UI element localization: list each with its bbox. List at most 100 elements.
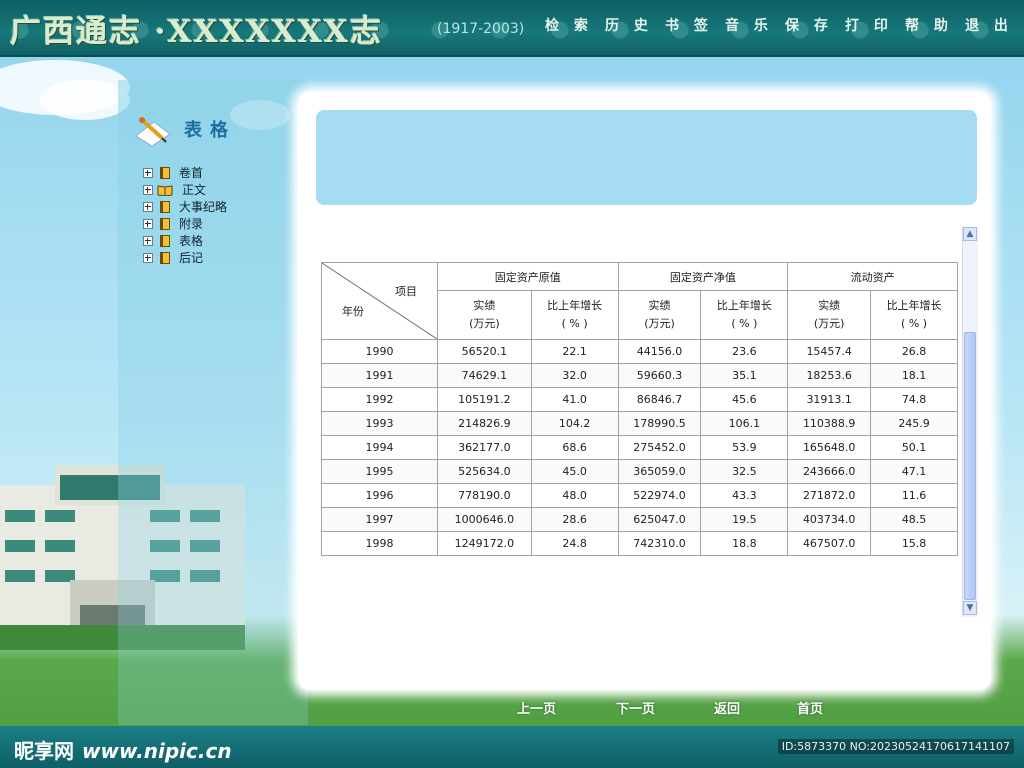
value-cell: 104.2 xyxy=(530,411,619,436)
value-cell: 15.8 xyxy=(870,531,958,556)
open-book-icon xyxy=(157,184,173,196)
home-link[interactable]: 首页 xyxy=(797,698,823,717)
nav-history[interactable]: 历 史 xyxy=(605,15,665,39)
sub-header-line1: 实绩 xyxy=(818,299,841,312)
value-cell: 522974.0 xyxy=(617,483,702,508)
value-cell: 43.3 xyxy=(700,483,789,508)
content-banner xyxy=(316,110,977,205)
scroll-thumb[interactable] xyxy=(964,332,976,600)
nav-music[interactable]: 音 乐 xyxy=(725,15,785,39)
next-page-link[interactable]: 下一页 xyxy=(616,698,655,717)
value-cell: 50.1 xyxy=(870,435,958,460)
nav-search[interactable]: 检 索 xyxy=(545,15,605,39)
vertical-scrollbar[interactable]: ▲ ▼ xyxy=(962,227,978,617)
sub-header-line2: (万元) xyxy=(813,317,845,330)
tree-item-label: 正文 xyxy=(182,183,207,197)
year-cell: 1995 xyxy=(321,459,438,484)
value-cell: 525634.0 xyxy=(437,459,532,484)
value-cell: 23.6 xyxy=(700,339,789,364)
watermark-brand: 昵享网 www.nipic.cn xyxy=(14,735,232,764)
footer-bar: 昵享网 www.nipic.cn ID:5873370 NO:2023052417… xyxy=(0,726,1024,768)
sub-header-line2: ( % ) xyxy=(901,317,928,330)
value-cell: 18253.6 xyxy=(787,363,872,388)
expand-icon[interactable] xyxy=(143,184,153,195)
expand-icon[interactable] xyxy=(143,201,153,212)
sub-header-line1: 实绩 xyxy=(648,299,671,312)
value-cell: 214826.9 xyxy=(437,411,532,436)
value-cell: 165648.0 xyxy=(787,435,872,460)
year-range: (1917-2003) xyxy=(437,21,525,37)
value-cell: 44156.0 xyxy=(617,339,702,364)
nav-bookmark[interactable]: 书 签 xyxy=(665,15,725,39)
value-cell: 48.5 xyxy=(870,507,958,532)
brand-name: 昵享网 xyxy=(14,739,74,763)
book-icon xyxy=(160,200,170,213)
data-table: 项目 年份 固定资产原值 固定资产净值 流动资产 实绩 (万元) 比上年增长 ( %… xyxy=(321,262,958,556)
year-cell: 1990 xyxy=(321,339,438,364)
book-icon xyxy=(160,251,170,264)
value-cell: 45.0 xyxy=(530,459,619,484)
brand-url: www.nipic.cn xyxy=(82,739,232,763)
value-cell: 106.1 xyxy=(700,411,789,436)
expand-icon[interactable] xyxy=(143,167,153,178)
table-row: 1996 778190.0 48.0 522974.0 43.3 271872.0 11.6 xyxy=(321,483,958,508)
nav-print[interactable]: 打 印 xyxy=(845,15,905,39)
scroll-up-icon[interactable]: ▲ xyxy=(963,227,977,241)
sub-header: 实绩 (万元) xyxy=(437,290,532,340)
value-cell: 1249172.0 xyxy=(437,531,532,556)
expand-icon[interactable] xyxy=(143,235,153,246)
sub-header-line2: (万元) xyxy=(469,317,500,330)
back-link[interactable]: 返回 xyxy=(714,698,740,717)
value-cell: 68.6 xyxy=(530,435,619,460)
value-cell: 403734.0 xyxy=(787,507,872,532)
sub-header: 实绩 (万元) xyxy=(787,290,872,340)
table-row: 1995 525634.0 45.0 365059.0 32.5 243666.0 47.1 xyxy=(321,459,958,484)
directory-tree: 卷首 正文 大事纪略 附录 表格 后记 xyxy=(143,164,227,266)
sub-header-line1: 比上年增长 xyxy=(547,299,603,312)
book-icon xyxy=(160,166,170,179)
tree-item-chronicle[interactable]: 大事纪略 xyxy=(143,198,227,215)
value-cell: 275452.0 xyxy=(617,435,702,460)
nav-save[interactable]: 保 存 xyxy=(785,15,845,39)
tree-item-appendix[interactable]: 附录 xyxy=(143,215,227,232)
year-cell: 1997 xyxy=(321,507,438,532)
value-cell: 74.8 xyxy=(870,387,958,412)
value-cell: 467507.0 xyxy=(787,531,872,556)
value-cell: 19.5 xyxy=(700,507,789,532)
scroll-down-icon[interactable]: ▼ xyxy=(963,601,977,615)
tree-item-label: 表格 xyxy=(179,234,204,248)
sub-header-line1: 比上年增长 xyxy=(716,299,772,312)
table-row: 1997 1000646.0 28.6 625047.0 19.5 403734.0 48.… xyxy=(321,507,958,532)
book-icon xyxy=(160,234,170,247)
value-cell: 18.1 xyxy=(870,363,958,388)
value-cell: 243666.0 xyxy=(787,459,872,484)
corner-header: 项目 年份 xyxy=(321,262,438,340)
value-cell: 35.1 xyxy=(700,363,789,388)
tree-item-label: 大事纪略 xyxy=(179,200,228,214)
value-cell: 778190.0 xyxy=(437,483,532,508)
sub-header-line2: ( % ) xyxy=(731,317,758,330)
tree-item-preface[interactable]: 卷首 xyxy=(143,164,227,181)
value-cell: 47.1 xyxy=(870,459,958,484)
value-cell: 59660.3 xyxy=(617,363,702,388)
value-cell: 48.0 xyxy=(530,483,619,508)
value-cell: 41.0 xyxy=(530,387,619,412)
value-cell: 178990.5 xyxy=(617,411,702,436)
value-cell: 24.8 xyxy=(530,531,619,556)
value-cell: 742310.0 xyxy=(617,531,702,556)
group-header: 固定资产原值 xyxy=(437,262,619,291)
top-header: 广西通志 ·XXXXXXX志 (1917-2003) 检 索 历 史 书 签 音… xyxy=(0,0,1024,57)
value-cell: 28.6 xyxy=(530,507,619,532)
tree-item-main-text[interactable]: 正文 xyxy=(143,181,227,198)
value-cell: 26.8 xyxy=(870,339,958,364)
tree-item-tables[interactable]: 表格 xyxy=(143,232,227,249)
expand-icon[interactable] xyxy=(143,252,153,263)
nav-exit[interactable]: 退 出 xyxy=(965,15,1024,39)
prev-page-link[interactable]: 上一页 xyxy=(517,698,556,717)
sidebar-header: 表格 xyxy=(132,108,236,150)
expand-icon[interactable] xyxy=(143,218,153,229)
nav-help[interactable]: 帮 助 xyxy=(905,15,965,39)
tree-item-label: 附录 xyxy=(179,217,204,231)
year-cell: 1998 xyxy=(321,531,438,556)
tree-item-afterword[interactable]: 后记 xyxy=(143,249,227,266)
